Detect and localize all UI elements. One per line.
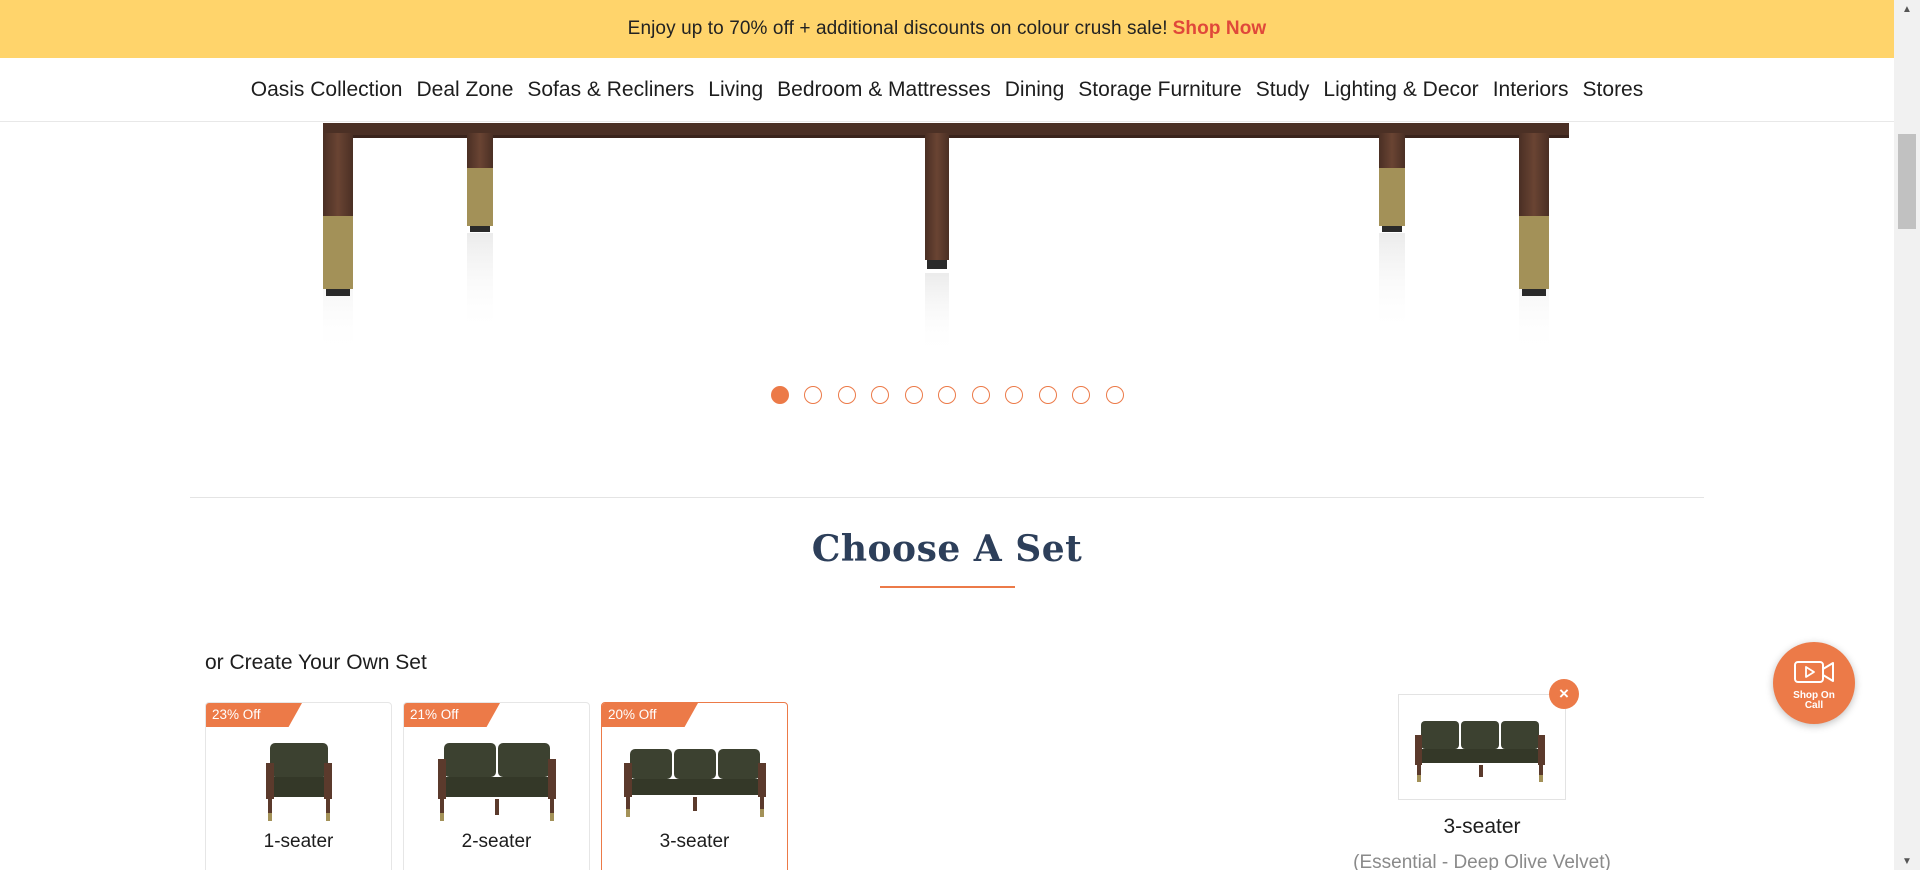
set-card-label: 2-seater: [461, 831, 532, 852]
shop-on-call-line2: Call: [1804, 700, 1824, 711]
promo-text: Enjoy up to 70% off + additional discoun…: [627, 18, 1168, 39]
sofa-3-seater-icon: [624, 749, 766, 817]
video-camera-icon: [1794, 661, 1834, 683]
set-card-3-seater[interactable]: 20% Off 3-seater: [601, 702, 788, 870]
carousel-dot-2[interactable]: [804, 386, 822, 404]
selected-set-detail: (Essential - Deep Olive Velvet): [1353, 852, 1611, 870]
scroll-down-arrow-icon[interactable]: ▼: [1894, 852, 1920, 870]
selected-set-label: 3-seater: [1443, 815, 1521, 838]
scroll-up-arrow-icon[interactable]: ▲: [1894, 0, 1920, 18]
carousel-dot-9[interactable]: [1038, 386, 1057, 404]
vertical-scrollbar[interactable]: ▲ ▼: [1894, 0, 1920, 870]
selected-sofa-image: [1415, 721, 1545, 782]
product-hero-image: [0, 123, 1894, 355]
set-card-label: 3-seater: [659, 831, 730, 852]
set-card-1-seater[interactable]: 23% Off 1-seater: [205, 702, 392, 870]
nav-item-living[interactable]: Living: [708, 78, 763, 102]
section-divider: [190, 497, 1704, 498]
nav-item-stores[interactable]: Stores: [1583, 78, 1644, 102]
carousel-dot-8[interactable]: [1005, 386, 1023, 404]
nav-item-dining[interactable]: Dining: [1005, 78, 1065, 102]
carousel-dot-10[interactable]: [1072, 386, 1090, 404]
carousel-dot-6[interactable]: [938, 386, 956, 404]
carousel-dot-3[interactable]: [837, 386, 856, 404]
carousel-dot-1[interactable]: [770, 386, 789, 404]
discount-badge: 21% Off: [404, 703, 500, 727]
carousel-pagination: [0, 386, 1894, 406]
shop-on-call-label: Shop On Call: [1773, 691, 1855, 711]
shop-now-link[interactable]: Shop Now: [1173, 18, 1267, 40]
carousel-dot-5[interactable]: [904, 386, 923, 404]
nav-item-lighting-decor[interactable]: Lighting & Decor: [1323, 78, 1478, 102]
nav-item-interiors[interactable]: Interiors: [1493, 78, 1569, 102]
scrollbar-thumb[interactable]: [1898, 134, 1916, 229]
section-title: Choose A Set: [811, 528, 1083, 570]
sofa-base-illustration: [323, 123, 1569, 355]
main-navigation: Oasis Collection Deal Zone Sofas & Recli…: [0, 58, 1894, 122]
discount-badge: 20% Off: [602, 703, 698, 727]
set-card-label: 1-seater: [263, 831, 334, 852]
carousel-dot-4[interactable]: [871, 386, 889, 404]
promo-banner: Enjoy up to 70% off + additional discoun…: [0, 0, 1894, 58]
create-own-set-label: or Create Your Own Set: [205, 651, 427, 674]
nav-item-sofas-recliners[interactable]: Sofas & Recliners: [527, 78, 694, 102]
sofa-2-seater-icon: [438, 743, 556, 821]
nav-item-deal-zone[interactable]: Deal Zone: [416, 78, 513, 102]
nav-item-oasis-collection[interactable]: Oasis Collection: [251, 78, 403, 102]
set-card-2-seater[interactable]: 21% Off 2-seater: [403, 702, 590, 870]
nav-item-bedroom-mattresses[interactable]: Bedroom & Mattresses: [777, 78, 991, 102]
discount-badge: 23% Off: [206, 703, 302, 727]
title-underline: [880, 586, 1015, 588]
sofa-1-seater-icon: [266, 743, 332, 821]
carousel-dot-11[interactable]: [1105, 386, 1124, 404]
carousel-dot-7[interactable]: [971, 386, 990, 404]
selected-set-preview: [1398, 694, 1566, 800]
remove-selection-button[interactable]: ×: [1549, 679, 1579, 709]
nav-item-study[interactable]: Study: [1256, 78, 1310, 102]
shop-on-call-button[interactable]: Shop On Call: [1773, 642, 1855, 724]
nav-item-storage-furniture[interactable]: Storage Furniture: [1078, 78, 1241, 102]
